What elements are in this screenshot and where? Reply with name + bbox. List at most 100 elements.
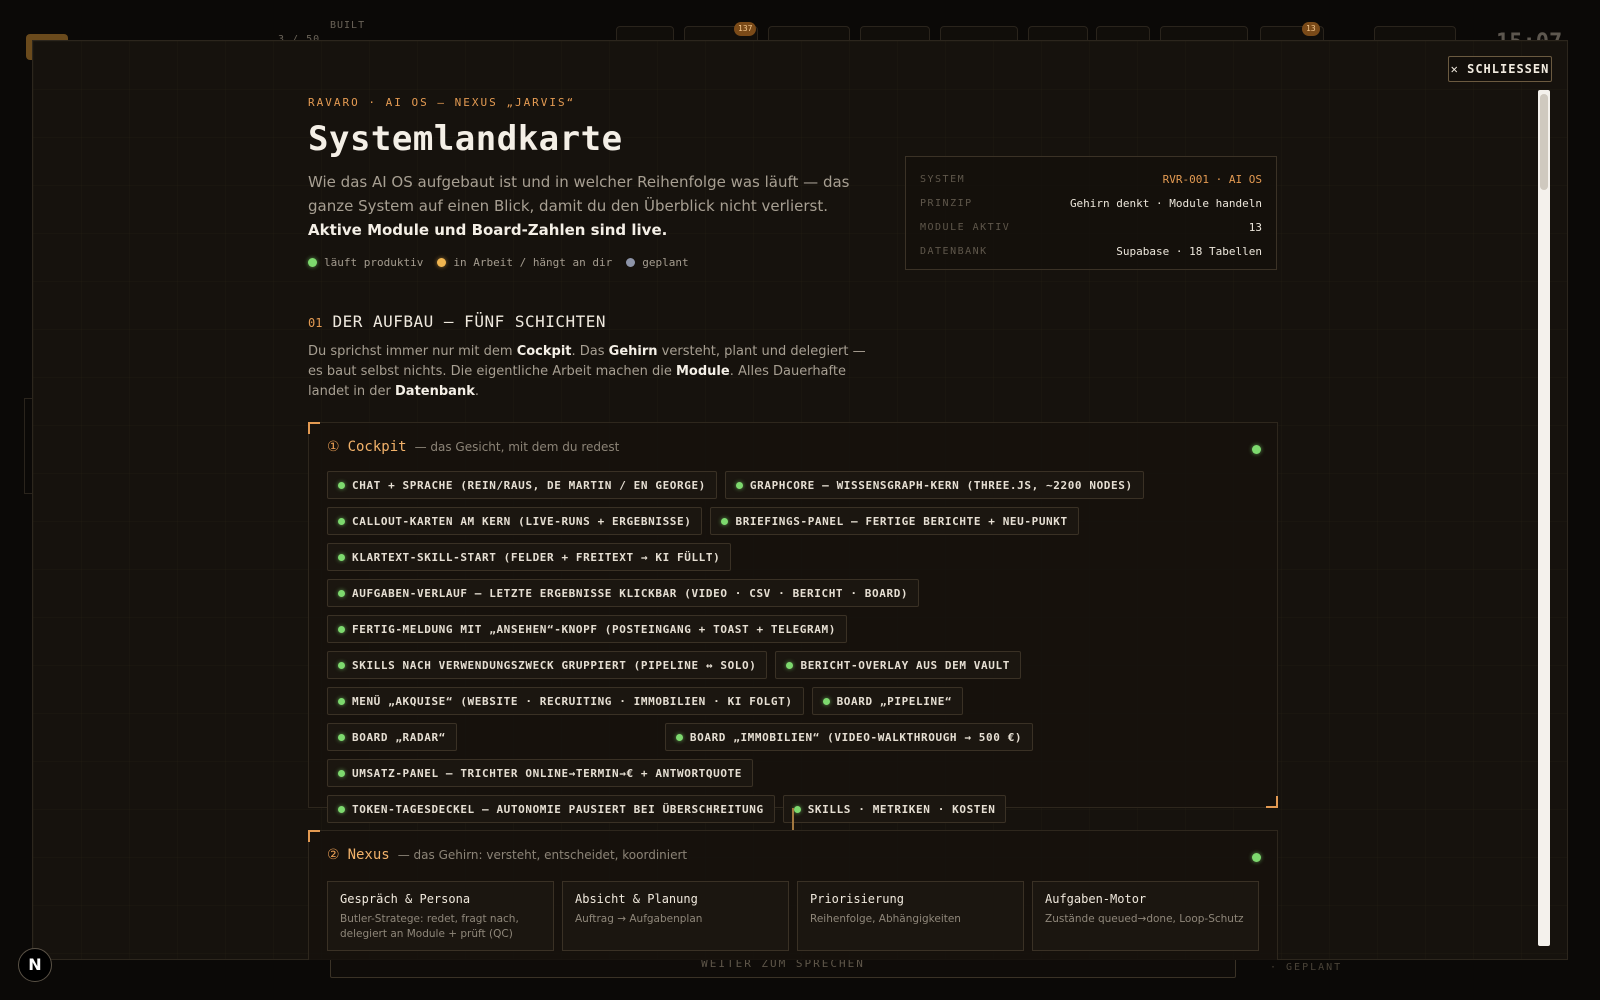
desc-text: .: [474, 384, 479, 399]
modal-content: RAVARO · AI OS — NEXUS „JARVIS“ Systemla…: [308, 96, 1278, 960]
system-info-row: PRINZIP Gehirn denkt · Module handeln: [920, 191, 1262, 215]
feature-chip-list: CHAT + SPRACHE (REIN/RAUS, DE MARTIN / E…: [327, 471, 1257, 823]
feature-chip[interactable]: CHAT + SPRACHE (REIN/RAUS, DE MARTIN / E…: [327, 471, 717, 499]
card-description: Auftrag → Aufgabenplan: [575, 913, 703, 925]
bg-status-geplant: · GEPLANT: [1270, 962, 1343, 973]
intro-body: Wie das AI OS aufgebaut ist und in welch…: [308, 173, 850, 215]
system-info-box: SYSTEM RVR-001 · AI OS PRINZIP Gehirn denk…: [905, 156, 1277, 270]
layer-number: ②: [327, 847, 340, 863]
module-card[interactable]: Aufgaben-Motor Zustände queued→done, Loop…: [1032, 881, 1259, 951]
status-dot-green: [822, 697, 830, 705]
section-description: Du sprichst immer nur mit dem Cockpit. D…: [308, 342, 876, 402]
status-dot-green: [793, 805, 801, 813]
module-card-list: Gespräch & Persona Butler-Stratege: redet…: [327, 881, 1259, 951]
legend-label: geplant: [642, 256, 689, 269]
system-info-key: MODULE AKTIV: [920, 221, 1011, 233]
desc-text: Du sprichst immer nur mit dem: [308, 344, 517, 359]
layer-number: ①: [327, 439, 340, 455]
feature-chip[interactable]: CALLOUT-KARTEN AM KERN (LIVE-RUNS + ERGE…: [327, 507, 703, 535]
desc-term: Gehirn: [608, 344, 658, 359]
feature-chip[interactable]: BOARD „IMMOBILIEN“ (VIDEO-WALKTHROUGH → …: [664, 723, 1034, 751]
desc-term: Module: [676, 364, 730, 379]
desc-term: Datenbank: [395, 384, 475, 399]
system-info-value: Supabase · 18 Tabellen: [1116, 244, 1262, 258]
feature-chip[interactable]: MENÜ „AKQUISE“ (WEBSITE · RECRUITING · I…: [327, 687, 804, 715]
feature-label: BOARD „RADAR“: [352, 730, 446, 744]
card-title: Priorisierung: [810, 892, 904, 906]
feature-label: MENÜ „AKQUISE“ (WEBSITE · RECRUITING · I…: [352, 694, 793, 708]
feature-label: SKILLS NACH VERWENDUNGSZWECK GRUPPIERT (…: [352, 658, 757, 672]
feature-chip[interactable]: TOKEN-TAGESDECKEL — AUTONOMIE PAUSIERT B…: [327, 795, 775, 823]
feature-chip[interactable]: GRAPHCORE — WISSENSGRAPH-KERN (THREE.JS,…: [724, 471, 1144, 499]
scrollbar-thumb[interactable]: [1540, 94, 1548, 190]
status-dot-green: [338, 589, 345, 597]
status-dot-green: [721, 517, 729, 525]
layer-name: Cockpit: [347, 439, 407, 455]
feature-label: FERTIG-MELDUNG MIT „ANSEHEN“-KNOPF (POST…: [352, 622, 836, 636]
layer-name: Nexus: [347, 847, 390, 863]
feature-label: CHAT + SPRACHE (REIN/RAUS, DE MARTIN / E…: [352, 478, 706, 492]
status-dot-green: [338, 517, 345, 525]
legend-label: in Arbeit / hängt an dir: [453, 256, 613, 269]
feature-chip[interactable]: UMSATZ-PANEL — TRICHTER ONLINE→TERMIN→€ …: [327, 759, 754, 787]
feature-chip[interactable]: SKILLS · METRIKEN · KOSTEN: [782, 795, 1007, 823]
system-info-key: DATENBANK: [920, 245, 988, 257]
status-dot-green: [338, 697, 345, 705]
feature-chip[interactable]: AUFGABEN-VERLAUF — LETZTE ERGEBNISSE KLI…: [327, 579, 920, 607]
module-card[interactable]: Absicht & Planung Auftrag → Aufgabenplan: [562, 881, 789, 951]
eyebrow: RAVARO · AI OS — NEXUS „JARVIS“: [308, 96, 576, 109]
nextjs-dev-indicator[interactable]: N: [18, 948, 52, 982]
system-info-key: SYSTEM: [920, 173, 966, 185]
module-card[interactable]: Gespräch & Persona Butler-Stratege: redet…: [327, 881, 554, 951]
layer-subtitle: — das Gehirn: versteht, entscheidet, koo…: [397, 848, 688, 862]
system-info-value: 13: [1248, 220, 1262, 234]
feature-label: AUFGABEN-VERLAUF — LETZTE ERGEBNISSE KLI…: [352, 586, 909, 600]
system-info-row: DATENBANK Supabase · 18 Tabellen: [920, 239, 1262, 263]
status-dot-gray: [626, 258, 636, 267]
legend-item-productive: läuft produktiv: [308, 256, 423, 269]
layer-header: ① Cockpit — das Gesicht, mit dem du rede…: [327, 439, 619, 455]
feature-chip[interactable]: BOARD „PIPELINE“: [811, 687, 964, 715]
status-dot-green: [338, 625, 345, 633]
card-title: Absicht & Planung: [575, 892, 698, 906]
feature-chip[interactable]: BOARD „RADAR“: [327, 723, 457, 751]
layer-header: ② Nexus — das Gehirn: versteht, entschei…: [327, 847, 687, 863]
card-description: Reihenfolge, Abhängigkeiten: [810, 913, 961, 925]
module-card[interactable]: Priorisierung Reihenfolge, Abhängigkeiten: [797, 881, 1024, 951]
bg-notification-badge: 13: [1302, 22, 1320, 36]
section-title: DER AUFBAU — FÜNF SCHICHTEN: [332, 312, 607, 331]
system-info-value: Gehirn denkt · Module handeln: [1069, 196, 1262, 210]
status-dot-green: [675, 733, 683, 741]
feature-chip[interactable]: SKILLS NACH VERWENDUNGSZWECK GRUPPIERT (…: [327, 651, 768, 679]
status-dot-green: [735, 481, 743, 489]
page-title: Systemlandkarte: [308, 119, 623, 159]
feature-chip[interactable]: BERICHT-OVERLAY AUS DEM VAULT: [775, 651, 1021, 679]
layer-status-dot: [1252, 445, 1261, 454]
corner-marker: [1266, 796, 1278, 808]
layer-connector: [792, 808, 794, 830]
system-info-row: MODULE AKTIV 13: [920, 215, 1262, 239]
legend-label: läuft produktiv: [324, 256, 424, 269]
feature-label: BOARD „PIPELINE“: [836, 694, 953, 708]
status-dot-green: [338, 733, 345, 741]
feature-label: TOKEN-TAGESDECKEL — AUTONOMIE PAUSIERT B…: [352, 802, 764, 816]
feature-chip[interactable]: KLARTEXT-SKILL-START (FELDER + FREITEXT …: [327, 543, 732, 571]
legend-item-in-progress: in Arbeit / hängt an dir: [437, 256, 612, 269]
feature-label: UMSATZ-PANEL — TRICHTER ONLINE→TERMIN→€ …: [352, 766, 743, 780]
card-description: Zustände queued→done, Loop-Schutz: [1045, 913, 1244, 925]
feature-chip[interactable]: FERTIG-MELDUNG MIT „ANSEHEN“-KNOPF (POST…: [327, 615, 847, 643]
intro-text: Wie das AI OS aufgebaut ist und in welch…: [308, 170, 876, 242]
feature-label: BERICHT-OVERLAY AUS DEM VAULT: [800, 658, 1010, 672]
system-info-key: PRINZIP: [920, 197, 973, 209]
status-dot-amber: [437, 258, 447, 267]
status-dot-green: [338, 481, 345, 489]
feature-chip[interactable]: BRIEFINGS-PANEL — FERTIGE BERICHTE + NEU…: [710, 507, 1079, 535]
modal-scrollbar[interactable]: [1538, 90, 1550, 946]
close-button[interactable]: ✕ SCHLIESSEN: [1448, 56, 1552, 82]
status-dot-green: [338, 769, 345, 777]
desc-text: . Das: [571, 344, 609, 359]
feature-label: BRIEFINGS-PANEL — FERTIGE BERICHTE + NEU…: [735, 514, 1068, 528]
layer-cockpit: ① Cockpit — das Gesicht, mit dem du rede…: [308, 422, 1278, 823]
intro-emphasis: Aktive Module und Board-Zahlen sind live…: [308, 221, 668, 239]
bg-notification-badge: 137: [734, 22, 757, 36]
